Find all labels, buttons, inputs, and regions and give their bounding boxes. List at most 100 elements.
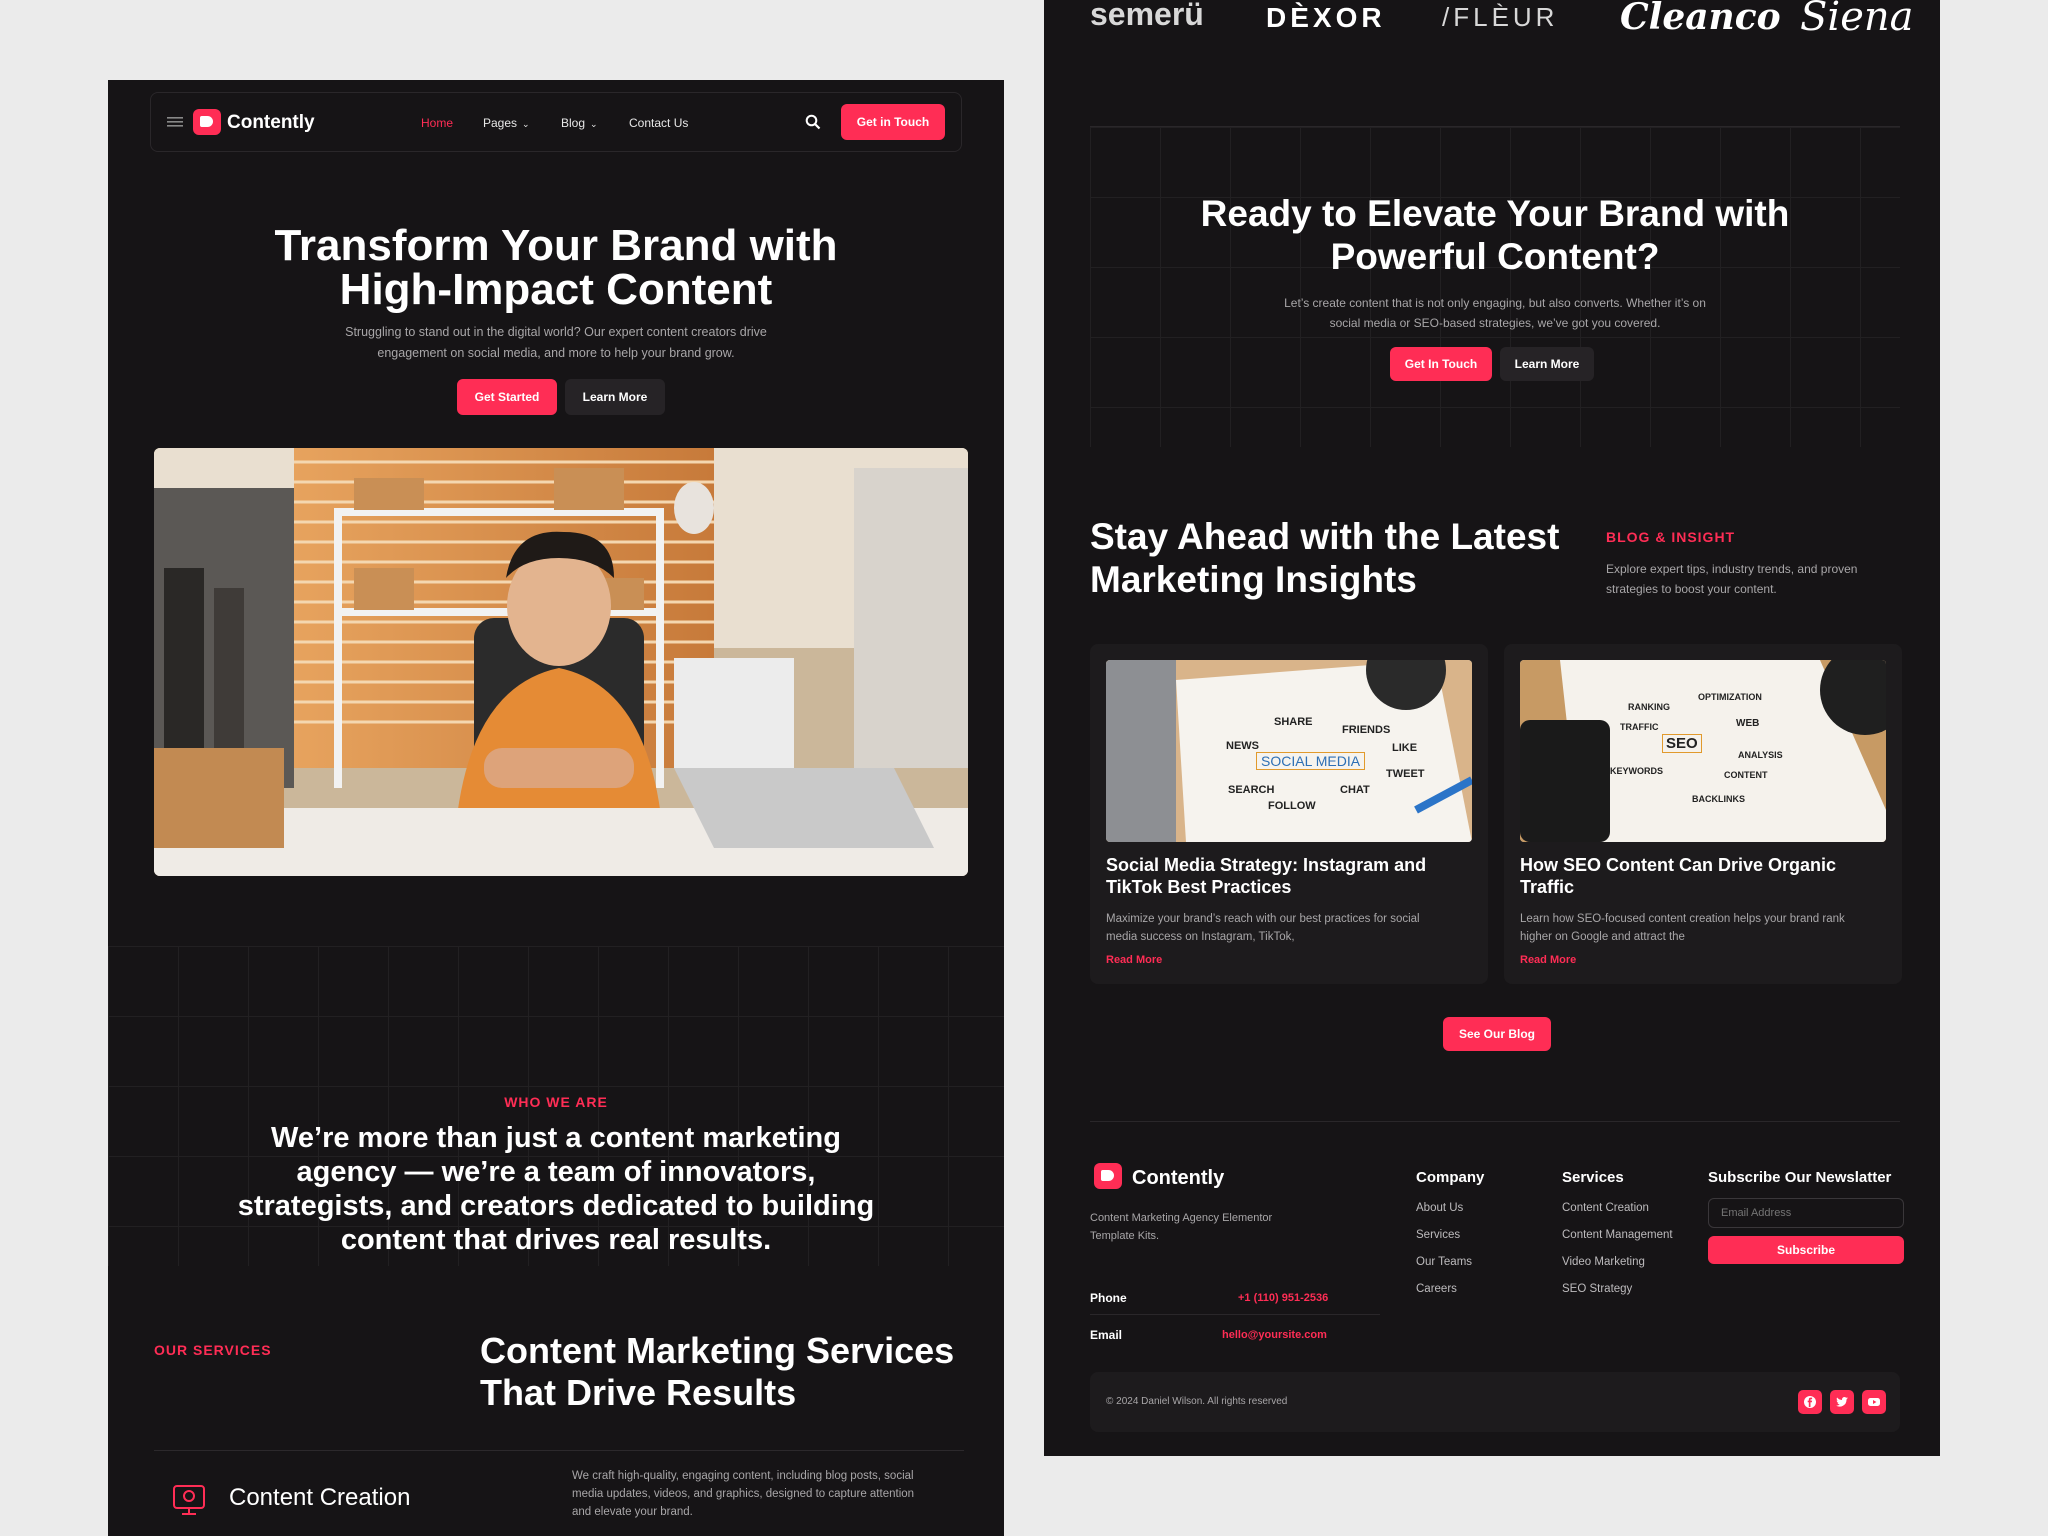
services-heading: Services xyxy=(1562,1169,1624,1186)
company-heading: Company xyxy=(1416,1169,1485,1186)
blog-card-desc: Maximize your brand’s reach with our bes… xyxy=(1106,910,1466,946)
youtube-icon[interactable] xyxy=(1862,1390,1886,1414)
image-word: WEB xyxy=(1736,718,1760,729)
blog-card-desc-line1: Learn how SEO-focused content creation h… xyxy=(1520,913,1845,925)
footer-tagline-line2: Template Kits. xyxy=(1090,1230,1160,1242)
blog-title-line1: Stay Ahead with the Latest xyxy=(1090,516,1560,557)
logo-text[interactable]: Contently xyxy=(227,112,315,134)
footer-link[interactable]: Our Teams xyxy=(1416,1256,1472,1268)
blog-card-title-line2: TikTok Best Practices xyxy=(1106,877,1292,897)
footer-bottom-bar: © 2024 Daniel Wilson. All rights reserve… xyxy=(1090,1372,1900,1432)
blog-card-image[interactable]: SHARE FRIENDS NEWS SOCIAL MEDIA LIKE SEA… xyxy=(1106,660,1472,842)
blog-card-desc-line2: media success on Instagram, TikTok, xyxy=(1106,931,1295,943)
about-text-line2: agency — we’re a team of innovators, xyxy=(296,1156,816,1188)
email-value[interactable]: hello@yoursite.com xyxy=(1222,1329,1327,1341)
services-title-line1: Content Marketing Services xyxy=(480,1330,955,1371)
homepage-bottom-preview: semerü DÈXOR /FLÈUR Cleanco Siena Ready … xyxy=(1044,0,1940,1456)
image-word: CHAT xyxy=(1340,784,1370,796)
footer-logo-icon[interactable] xyxy=(1094,1163,1122,1189)
content-creation-icon xyxy=(170,1480,208,1523)
blog-card-image[interactable]: OPTIMIZATION RANKING WEB TRAFFIC SEO ANA… xyxy=(1520,660,1886,842)
facebook-icon[interactable] xyxy=(1798,1390,1822,1414)
cta-get-in-touch-button[interactable]: Get In Touch xyxy=(1390,347,1492,381)
nav-home[interactable]: Home xyxy=(421,116,453,130)
image-word: TWEET xyxy=(1386,768,1425,780)
newsletter-heading: Subscribe Our Newslatter xyxy=(1708,1169,1892,1186)
blog-card-desc-line2: higher on Google and attract the xyxy=(1520,931,1685,943)
image-word: CONTENT xyxy=(1724,770,1768,780)
blog-desc-line1: Explore expert tips, industry trends, an… xyxy=(1606,562,1858,576)
blog-card-title[interactable]: How SEO Content Can Drive Organic Traffi… xyxy=(1520,854,1890,898)
blog-card-title[interactable]: Social Media Strategy: Instagram and Tik… xyxy=(1106,854,1476,898)
hero-subtitle-line1: Struggling to stand out in the digital w… xyxy=(345,325,767,339)
about-label: WHO WE ARE xyxy=(504,1094,608,1110)
twitter-icon[interactable] xyxy=(1830,1390,1854,1414)
get-in-touch-button[interactable]: Get in Touch xyxy=(841,104,945,140)
get-started-button[interactable]: Get Started xyxy=(457,379,557,415)
blog-card[interactable]: SHARE FRIENDS NEWS SOCIAL MEDIA LIKE SEA… xyxy=(1090,644,1488,984)
blog-label: BLOG & INSIGHT xyxy=(1606,529,1736,545)
service-title: Content Creation xyxy=(229,1484,411,1511)
footer-link[interactable]: Video Marketing xyxy=(1562,1256,1645,1268)
blog-title-line2: Marketing Insights xyxy=(1090,559,1417,600)
service-desc-line3: and elevate your brand. xyxy=(572,1506,693,1518)
image-word: FOLLOW xyxy=(1268,800,1316,812)
footer-divider xyxy=(1090,1121,1900,1122)
learn-more-button[interactable]: Learn More xyxy=(565,379,665,415)
image-word: TRAFFIC xyxy=(1620,722,1659,732)
partner-logo-dexor: DÈXOR xyxy=(1266,2,1386,33)
blog-card-title-line2: Traffic xyxy=(1520,877,1575,897)
footer-link[interactable]: SEO Strategy xyxy=(1562,1283,1632,1295)
homepage-top-preview: Contently Home Pages ⌄ Blog ⌄ Contact Us G… xyxy=(108,80,1004,1536)
about-text-line3: strategists, and creators dedicated to b… xyxy=(237,1190,875,1222)
services-title-line2: That Drive Results xyxy=(480,1372,797,1413)
newsletter-email-input[interactable] xyxy=(1708,1198,1904,1228)
service-desc-line1: We craft high-quality, engaging content,… xyxy=(572,1470,914,1482)
nav-contact[interactable]: Contact Us xyxy=(629,116,688,130)
search-icon[interactable] xyxy=(805,114,821,135)
top-navbar: Contently Home Pages ⌄ Blog ⌄ Contact Us G… xyxy=(150,92,962,152)
see-our-blog-button[interactable]: See Our Blog xyxy=(1443,1017,1551,1051)
image-word: SEARCH xyxy=(1228,784,1275,796)
hero-title-line2: High-Impact Content xyxy=(339,265,773,314)
footer-logo-text[interactable]: Contently xyxy=(1132,1167,1224,1190)
about-section: WHO WE ARE We’re more than just a conten… xyxy=(108,946,1004,1266)
blog-card-desc: Learn how SEO-focused content creation h… xyxy=(1520,910,1880,946)
read-more-link[interactable]: Read More xyxy=(1106,954,1162,966)
image-word: SOCIAL MEDIA xyxy=(1256,752,1366,770)
blog-card[interactable]: OPTIMIZATION RANKING WEB TRAFFIC SEO ANA… xyxy=(1504,644,1902,984)
subscribe-button[interactable]: Subscribe xyxy=(1708,1236,1904,1264)
partner-logo-fleur: /FLÈUR xyxy=(1442,2,1559,32)
chevron-down-icon: ⌄ xyxy=(590,119,598,129)
menu-icon[interactable] xyxy=(167,115,183,134)
phone-value[interactable]: +1 (110) 951-2536 xyxy=(1238,1292,1328,1304)
image-word: SEO xyxy=(1662,734,1702,753)
footer-contact-divider xyxy=(1090,1314,1380,1315)
footer-link[interactable]: Content Creation xyxy=(1562,1202,1649,1214)
footer-link[interactable]: About Us xyxy=(1416,1202,1463,1214)
blog-card-desc-line1: Maximize your brand’s reach with our bes… xyxy=(1106,913,1420,925)
image-word: NEWS xyxy=(1226,740,1259,752)
logo-icon[interactable] xyxy=(193,109,221,135)
nav-pages[interactable]: Pages ⌄ xyxy=(483,116,530,130)
about-text-line1: We’re more than just a content marketing xyxy=(271,1122,841,1154)
nav-blog[interactable]: Blog ⌄ xyxy=(561,116,598,130)
cta-title-line2: Powerful Content? xyxy=(1330,236,1660,277)
divider xyxy=(154,1450,964,1451)
partner-logo-siena: Siena xyxy=(1800,0,1914,40)
hero-title-line1: Transform Your Brand with xyxy=(274,221,838,270)
cta-title-line1: Ready to Elevate Your Brand with xyxy=(1200,193,1790,234)
cta-desc-line2: social media or SEO-based strategies, we… xyxy=(1329,316,1661,330)
read-more-link[interactable]: Read More xyxy=(1520,954,1576,966)
image-word: FRIENDS xyxy=(1342,724,1391,736)
about-text-line4: content that drives real results. xyxy=(340,1224,772,1256)
footer-link[interactable]: Careers xyxy=(1416,1283,1457,1295)
cta-learn-more-button[interactable]: Learn More xyxy=(1500,347,1594,381)
footer-link[interactable]: Services xyxy=(1416,1229,1460,1241)
cta-section: Ready to Elevate Your Brand with Powerfu… xyxy=(1090,126,1900,447)
image-word: BACKLINKS xyxy=(1692,794,1745,804)
image-word: OPTIMIZATION xyxy=(1698,692,1762,702)
image-word: RANKING xyxy=(1628,702,1670,712)
partner-logo-semeru: semerü xyxy=(1090,0,1204,32)
footer-link[interactable]: Content Management xyxy=(1562,1229,1673,1241)
